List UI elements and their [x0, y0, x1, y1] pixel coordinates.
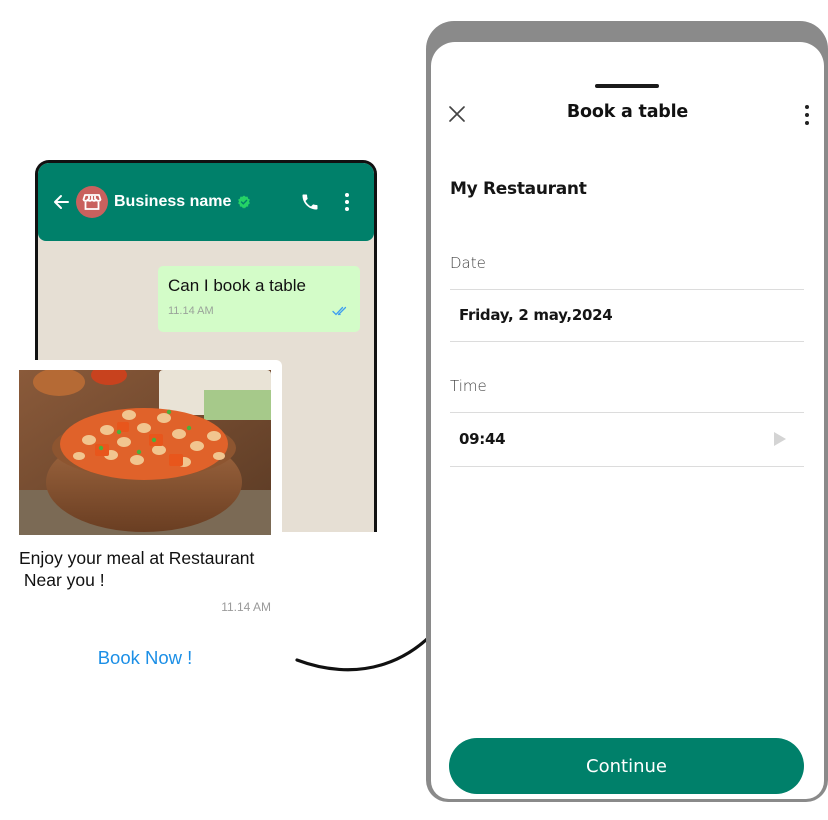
divider: [450, 412, 804, 413]
sheet-drag-handle[interactable]: [595, 84, 659, 88]
sheet-title: Book a table: [566, 102, 689, 122]
chevron-right-icon: [774, 432, 786, 446]
verified-badge-icon: [237, 195, 251, 209]
business-name[interactable]: Business name: [114, 193, 231, 211]
date-label: Date: [450, 254, 486, 272]
chat-header: Business name: [38, 163, 374, 241]
double-check-icon: [332, 306, 350, 316]
back-arrow-icon[interactable]: [52, 193, 70, 211]
time-field[interactable]: 09:44: [459, 419, 804, 459]
divider: [450, 466, 804, 467]
incoming-message-card: Enjoy your meal at Restaurant Near you !…: [0, 360, 282, 680]
date-value: Friday, 2 may,2024: [459, 306, 613, 324]
food-image: [19, 370, 271, 535]
divider: [450, 289, 804, 290]
continue-button[interactable]: Continue: [449, 738, 804, 794]
book-now-button[interactable]: Book Now !: [0, 647, 290, 669]
business-avatar[interactable]: [76, 186, 108, 218]
message-text: Can I book a table: [168, 276, 306, 295]
card-message-time: 11.14 AM: [221, 600, 271, 614]
chat-menu-icon[interactable]: [344, 193, 350, 211]
time-value: 09:44: [459, 430, 506, 448]
divider: [450, 341, 804, 342]
booking-phone: Book a table My Restaurant Date Friday, …: [426, 21, 828, 802]
outgoing-message: Can I book a table 11.14 AM: [158, 266, 360, 332]
restaurant-name: My Restaurant: [450, 179, 587, 199]
message-time: 11.14 AM: [168, 305, 214, 317]
date-field[interactable]: Friday, 2 may,2024: [459, 295, 804, 335]
phone-call-icon[interactable]: [300, 192, 320, 212]
more-options-icon[interactable]: [804, 105, 810, 125]
storefront-icon: [82, 194, 102, 210]
booking-sheet: Book a table My Restaurant Date Friday, …: [431, 42, 824, 799]
time-label: Time: [450, 377, 487, 395]
card-message-text: Enjoy your meal at Restaurant Near you !: [19, 548, 255, 590]
